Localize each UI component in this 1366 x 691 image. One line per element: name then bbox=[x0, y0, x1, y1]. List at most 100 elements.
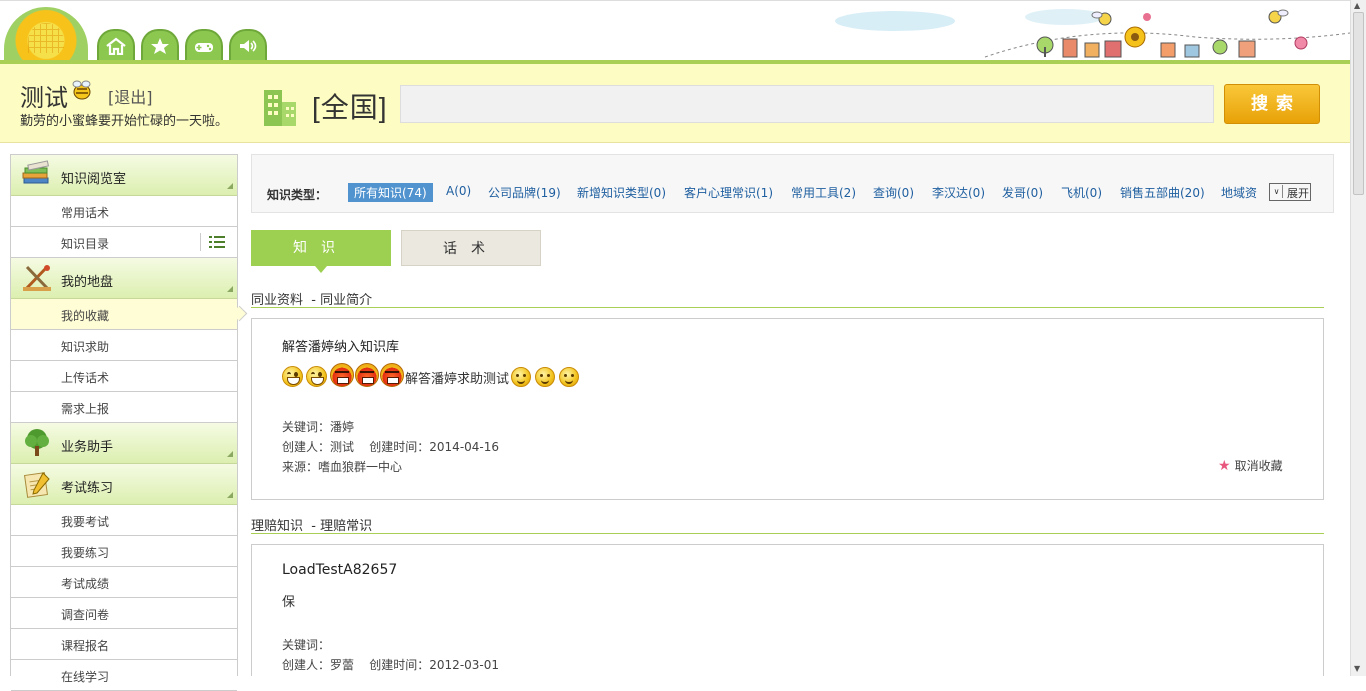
sunflower-logo bbox=[4, 7, 88, 61]
knowledge-body: 解答潘婷求助测试 bbox=[282, 363, 583, 387]
sidebar-item-requirement-report[interactable]: 需求上报 bbox=[11, 392, 237, 423]
filter-title: 知识类型： bbox=[267, 188, 328, 202]
sidebar-item-label: 需求上报 bbox=[61, 402, 110, 416]
star-icon: ★ bbox=[1218, 458, 1231, 474]
divider bbox=[200, 233, 201, 251]
knowledge-title[interactable]: 解答潘婷纳入知识库 bbox=[282, 336, 399, 355]
sidebar-section-my-space[interactable]: 我的地盘 bbox=[11, 258, 237, 299]
knowledge-type-filter: 知识类型： 所有知识(74) A(0) 公司品牌(19) 新增知识类型(0) 客… bbox=[251, 154, 1334, 213]
scroll-up-icon[interactable]: ▲ bbox=[1354, 1, 1360, 10]
search-button[interactable]: 搜索 bbox=[1224, 84, 1320, 124]
subcategory-name: - 同业简介 bbox=[311, 293, 373, 308]
filter-chip[interactable]: 客户心理常识(1) bbox=[684, 184, 773, 201]
expand-button[interactable]: ∨ 展开 bbox=[1269, 183, 1311, 201]
smile-emoji-icon bbox=[535, 367, 556, 387]
sidebar-item-label: 考试成绩 bbox=[61, 577, 110, 591]
gamepad-icon[interactable] bbox=[185, 29, 223, 61]
creator: 创建人：罗蕾 bbox=[282, 658, 355, 672]
tab-script[interactable]: 话术 bbox=[401, 230, 541, 266]
speaker-icon[interactable] bbox=[229, 29, 267, 61]
creator: 创建人：测试 bbox=[282, 440, 355, 454]
sidebar-item-survey[interactable]: 调查问卷 bbox=[11, 598, 237, 629]
sidebar-item-course-signup[interactable]: 课程报名 bbox=[11, 629, 237, 660]
top-bar bbox=[0, 0, 1350, 61]
filter-chip[interactable]: 地域资 bbox=[1221, 184, 1257, 201]
list-icon[interactable] bbox=[209, 236, 225, 248]
scrollbar-thumb[interactable] bbox=[1353, 12, 1364, 195]
unfavorite-button[interactable]: ★ 取消收藏 bbox=[1218, 457, 1283, 474]
smile-emoji-icon bbox=[511, 367, 532, 387]
category-name: 同业资料 bbox=[251, 293, 304, 308]
source: 来源：嗜血狼群一中心 bbox=[282, 460, 403, 474]
knowledge-body-text: 保 bbox=[282, 595, 296, 610]
sidebar-item-practice[interactable]: 我要练习 bbox=[11, 536, 237, 567]
knowledge-title[interactable]: LoadTestA82657 bbox=[282, 562, 397, 578]
sidebar-item-label: 常用话术 bbox=[61, 206, 110, 220]
grin-emoji-icon bbox=[282, 366, 303, 387]
user-name: 测试 bbox=[20, 85, 68, 112]
category-heading: 同业资料 - 同业简介 bbox=[251, 289, 1324, 308]
sidebar-item-knowledge-catalog[interactable]: 知识目录 bbox=[11, 227, 237, 258]
sidebar-section-knowledge-room[interactable]: 知识阅览室 bbox=[11, 155, 237, 196]
sidebar-item-label: 课程报名 bbox=[61, 639, 110, 653]
sidebar-item-label: 我的收藏 bbox=[61, 309, 110, 323]
tab-knowledge[interactable]: 知识 bbox=[251, 230, 391, 273]
creator-line: 创建人：测试 创建时间：2014-04-16 bbox=[282, 438, 499, 455]
sidebar-item-label: 我要考试 bbox=[61, 515, 110, 529]
knowledge-body-text: 解答潘婷求助测试 bbox=[405, 372, 510, 387]
sidebar-item-label: 在线学习 bbox=[61, 670, 110, 684]
sidebar-item-knowledge-help[interactable]: 知识求助 bbox=[11, 330, 237, 361]
filter-chip[interactable]: 李汉达(0) bbox=[932, 184, 985, 201]
filter-chip-all[interactable]: 所有知识(74) bbox=[348, 183, 433, 202]
sidebar-section-business-assistant[interactable]: 业务助手 bbox=[11, 423, 237, 464]
bee-icon bbox=[72, 80, 91, 100]
sidebar-section-label: 知识阅览室 bbox=[61, 172, 127, 187]
sidebar-item-take-exam[interactable]: 我要考试 bbox=[11, 505, 237, 536]
logout-link[interactable]: [退出] bbox=[108, 84, 153, 108]
angry-emoji-icon bbox=[330, 363, 354, 387]
filter-chip[interactable]: 查询(0) bbox=[873, 184, 914, 201]
scroll-down-icon[interactable]: ▼ bbox=[1354, 664, 1360, 673]
angry-emoji-icon bbox=[380, 363, 404, 387]
sidebar-item-common-scripts[interactable]: 常用话术 bbox=[11, 196, 237, 227]
sidebar-item-my-favorites[interactable]: 我的收藏 bbox=[11, 299, 237, 330]
books-icon bbox=[22, 160, 49, 184]
building-icon bbox=[264, 90, 296, 126]
tools-icon bbox=[23, 265, 51, 292]
filter-chip[interactable]: A(0) bbox=[446, 184, 471, 198]
sidebar-section-label: 业务助手 bbox=[61, 440, 114, 455]
sidebar-item-exam-results[interactable]: 考试成绩 bbox=[11, 567, 237, 598]
filter-chip[interactable]: 公司品牌(19) bbox=[488, 184, 561, 201]
filter-chip[interactable]: 飞机(0) bbox=[1061, 184, 1102, 201]
filter-chip[interactable]: 新增知识类型(0) bbox=[577, 184, 666, 201]
sidebar-item-label: 知识求助 bbox=[61, 340, 110, 354]
search-input[interactable] bbox=[401, 86, 1233, 122]
sidebar-item-label: 上传话术 bbox=[61, 371, 110, 385]
sidebar-item-upload-script[interactable]: 上传话术 bbox=[11, 361, 237, 392]
expand-label: 展开 bbox=[1287, 187, 1309, 200]
filter-chip[interactable]: 常用工具(2) bbox=[791, 184, 856, 201]
page-scrollbar[interactable]: ▲ ▼ bbox=[1350, 0, 1366, 676]
sidebar-item-label: 调查问卷 bbox=[61, 608, 110, 622]
chevron-down-icon: ∨ bbox=[1271, 185, 1283, 198]
star-icon[interactable] bbox=[141, 29, 179, 61]
sidebar-section-label: 考试练习 bbox=[61, 481, 114, 496]
sidebar-section-exam-practice[interactable]: 考试练习 bbox=[11, 464, 237, 505]
user-search-band: 测试 [退出] 勤劳的小蜜蜂要开始忙碌的一天啦。 [全国] 搜索 bbox=[0, 64, 1350, 143]
tree-icon bbox=[25, 429, 49, 456]
created-time: 创建时间：2012-03-01 bbox=[369, 658, 500, 672]
unfavorite-label: 取消收藏 bbox=[1234, 459, 1283, 473]
collapse-corner-icon bbox=[227, 492, 233, 498]
knowledge-card: 解答潘婷纳入知识库 解答潘婷求助测试 关键词：潘婷 创建人：测试 创建时间：20… bbox=[251, 318, 1324, 500]
angry-emoji-icon bbox=[355, 363, 379, 387]
subcategory-name: - 理赔常识 bbox=[311, 519, 373, 534]
smile-emoji-icon bbox=[559, 367, 580, 387]
filter-chip[interactable]: 销售五部曲(20) bbox=[1120, 184, 1205, 201]
filter-chip[interactable]: 发哥(0) bbox=[1002, 184, 1043, 201]
knowledge-card: LoadTestA82657 保 关键词： 创建人：罗蕾 创建时间：2012-0… bbox=[251, 544, 1324, 676]
category-name: 理赔知识 bbox=[251, 519, 304, 534]
category-heading: 理赔知识 - 理赔常识 bbox=[251, 515, 1324, 534]
keywords: 关键词： bbox=[282, 638, 331, 652]
home-icon[interactable] bbox=[97, 29, 135, 61]
region-selector[interactable]: [全国] bbox=[312, 86, 388, 126]
